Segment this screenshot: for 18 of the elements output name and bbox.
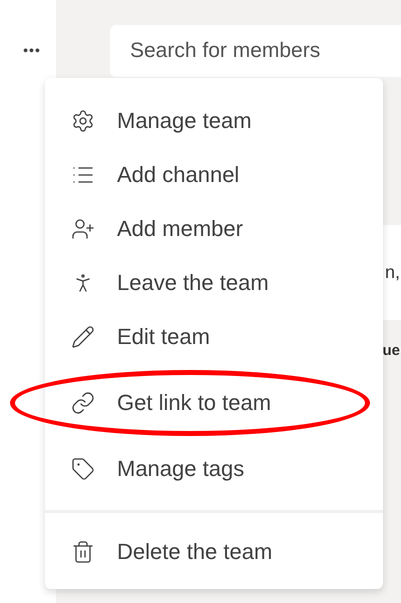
tag-icon — [71, 457, 95, 481]
trash-icon — [71, 540, 95, 564]
menu-item[interactable]: Leave the team — [71, 268, 269, 298]
text-fragment: n, — [384, 262, 400, 283]
pencil-icon — [71, 325, 95, 349]
menu-item[interactable]: Get link to team — [10, 370, 370, 436]
menu-item[interactable]: Edit team — [71, 322, 210, 352]
text-fragment: ue — [382, 342, 400, 359]
add-person-icon — [71, 217, 95, 241]
menu-item[interactable]: Add channel — [71, 160, 240, 190]
gear-icon — [71, 109, 95, 133]
menu-item[interactable]: Manage tags — [71, 454, 244, 484]
menu-item[interactable]: Manage team — [71, 106, 252, 136]
menu-item[interactable]: Add member — [71, 214, 243, 244]
search-field[interactable]: Search for members — [110, 25, 401, 77]
menu-item[interactable]: Delete the team — [71, 537, 272, 567]
link-icon — [71, 391, 95, 415]
more-button[interactable]: ••• — [19, 36, 45, 64]
